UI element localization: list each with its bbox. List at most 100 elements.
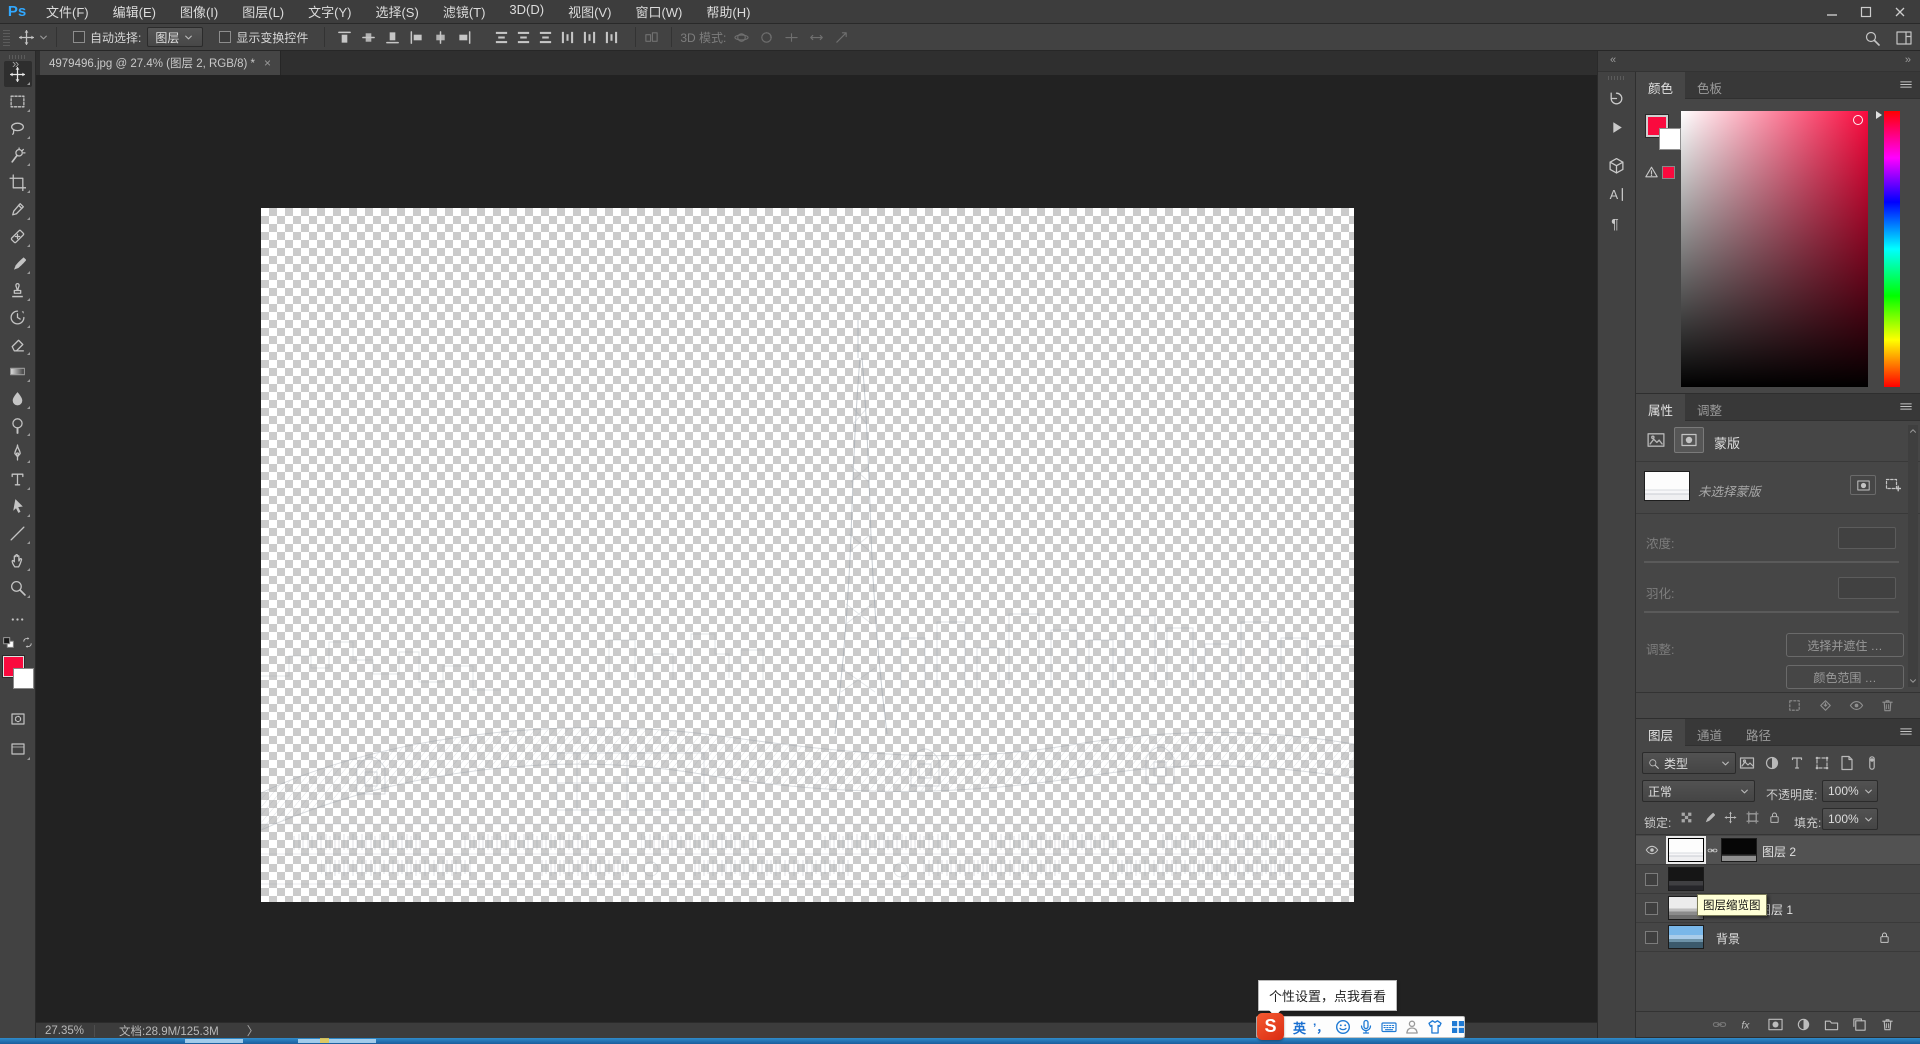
3d-scale-icon[interactable] [834,30,849,45]
new-group-icon[interactable] [1824,1017,1839,1032]
menu-图层(L)[interactable]: 图层(L) [230,0,296,25]
properties-tab-调整[interactable]: 调整 [1685,394,1734,421]
lasso-tool[interactable] [4,115,32,141]
color-picker-ring[interactable] [1853,115,1863,125]
distribute-v-icon[interactable] [494,30,509,45]
hand-tool[interactable] [4,547,32,573]
opacity-dropdown[interactable]: 100% [1822,780,1878,802]
ime-smiley-icon[interactable] [1335,1019,1351,1035]
menu-文字(Y)[interactable]: 文字(Y) [296,0,363,25]
gamut-warning-icon[interactable] [1644,165,1659,179]
blend-mode-dropdown[interactable]: 正常 [1642,780,1755,802]
status-expand-icon[interactable]: 〉 [247,1022,259,1039]
add-vector-mask-button[interactable] [1880,475,1906,495]
collapse-strip-icon[interactable]: « [1610,54,1615,66]
align-center-icon[interactable] [433,30,448,45]
distribute-h-icon[interactable] [560,30,575,45]
mask-thumbnail[interactable] [1644,471,1690,501]
chevron-down-icon[interactable] [39,33,48,42]
scrollbar[interactable] [1908,425,1918,687]
show-transform-checkbox[interactable] [219,31,231,43]
type-tool[interactable] [4,466,32,492]
maximize-icon[interactable] [1860,6,1872,18]
distribute-v-icon[interactable] [516,30,531,45]
default-colors-icon[interactable] [2,636,15,649]
auto-select-checkbox[interactable] [73,31,85,43]
search-icon[interactable] [1864,30,1880,46]
stamp-tool[interactable] [4,277,32,303]
ime-tooltip[interactable]: 个性设置，点我看看 [1258,980,1397,1011]
new-layer-icon[interactable] [1852,1017,1867,1032]
minimize-icon[interactable] [1826,6,1838,18]
ime-mic-icon[interactable] [1358,1019,1374,1035]
layers-tab-图层[interactable]: 图层 [1636,719,1685,746]
ime-person-icon[interactable] [1404,1019,1420,1035]
align-bottom-icon[interactable] [385,30,400,45]
layers-tab-路径[interactable]: 路径 [1734,719,1783,746]
line-tool[interactable] [4,520,32,546]
hue-slider-marker[interactable] [1876,111,1882,119]
marquee-tool[interactable] [4,88,32,114]
density-value-field[interactable] [1838,527,1896,549]
add-adjustment-icon[interactable] [1796,1017,1811,1032]
layer-thumbnail[interactable] [1668,925,1704,949]
3d-orbit-icon[interactable] [734,30,749,45]
zoom-level-field[interactable]: 27.35% [45,1025,84,1037]
actions-panel-button[interactable] [1602,114,1632,140]
collapse-panels-icon[interactable]: » [1905,54,1910,66]
swap-colors-icon[interactable] [21,636,34,649]
link-layers-icon[interactable] [1712,1017,1727,1032]
menu-滤镜(T)[interactable]: 滤镜(T) [431,0,498,25]
layer-fx-icon[interactable]: fx [1740,1017,1755,1032]
lock-transparent-icon[interactable] [1680,811,1693,824]
color-range-button[interactable]: 颜色范围 … [1786,665,1904,689]
brush-tool[interactable] [4,250,32,276]
visibility-toggle-empty[interactable] [1645,873,1658,886]
quick-mask-button[interactable] [4,706,32,732]
apply-mask-icon[interactable] [1818,698,1833,713]
distribute-h-icon[interactable] [604,30,619,45]
feather-value-field[interactable] [1838,577,1896,599]
menu-帮助(H)[interactable]: 帮助(H) [694,0,762,25]
document-canvas[interactable] [261,208,1354,902]
layer-name[interactable]: 背景 [1716,930,1740,947]
filter-type-icon[interactable] [1789,755,1805,771]
eyedropper-tool[interactable] [4,196,32,222]
healing-tool[interactable] [4,223,32,249]
layer-thumbnail[interactable] [1668,867,1704,891]
options-grip[interactable] [3,28,10,46]
hue-slider[interactable] [1884,111,1900,387]
mask-visibility-icon[interactable] [1849,698,1864,713]
scroll-down-icon[interactable] [1909,677,1917,685]
fill-dropdown[interactable]: 100% [1822,808,1878,830]
properties-tab-属性[interactable]: 属性 [1636,394,1685,421]
document-tab[interactable]: 4979496.jpg @ 27.4% (图层 2, RGB/8) * × [40,51,281,75]
history-panel-button[interactable] [1602,85,1632,111]
zoom-tool[interactable] [4,574,32,600]
color-tab-颜色[interactable]: 颜色 [1636,72,1685,99]
edit-toolbar-button[interactable] [4,606,32,632]
menu-选择(S)[interactable]: 选择(S) [363,0,430,25]
auto-align-icon[interactable] [644,30,659,45]
delete-layer-icon[interactable] [1880,1017,1895,1032]
layer-row-图层 1[interactable]: 图层 1 [1636,894,1920,923]
select-and-mask-button[interactable]: 选择并遮住 … [1786,633,1904,657]
character-panel-button[interactable]: A [1602,181,1632,207]
mask-properties-button[interactable] [1674,427,1704,453]
gradient-tool[interactable] [4,358,32,384]
visibility-eye-icon[interactable] [1645,843,1659,857]
lock-all-icon[interactable] [1768,811,1781,824]
3d-panel-button[interactable] [1602,152,1632,178]
paragraph-panel-button[interactable]: ¶ [1602,210,1632,236]
panel-menu-icon[interactable] [1899,402,1913,414]
visibility-toggle-empty[interactable] [1645,902,1658,915]
layer-row-unnamed[interactable] [1636,865,1920,894]
filter-image-icon[interactable] [1739,755,1755,771]
ime-grid-icon[interactable] [1450,1019,1466,1035]
tab-close-icon[interactable]: × [264,56,271,70]
filter-shape-icon[interactable] [1814,755,1830,771]
3d-slide-icon[interactable] [809,30,824,45]
align-right-icon[interactable] [457,30,472,45]
crop-tool[interactable] [4,169,32,195]
menu-窗口(W)[interactable]: 窗口(W) [623,0,694,25]
